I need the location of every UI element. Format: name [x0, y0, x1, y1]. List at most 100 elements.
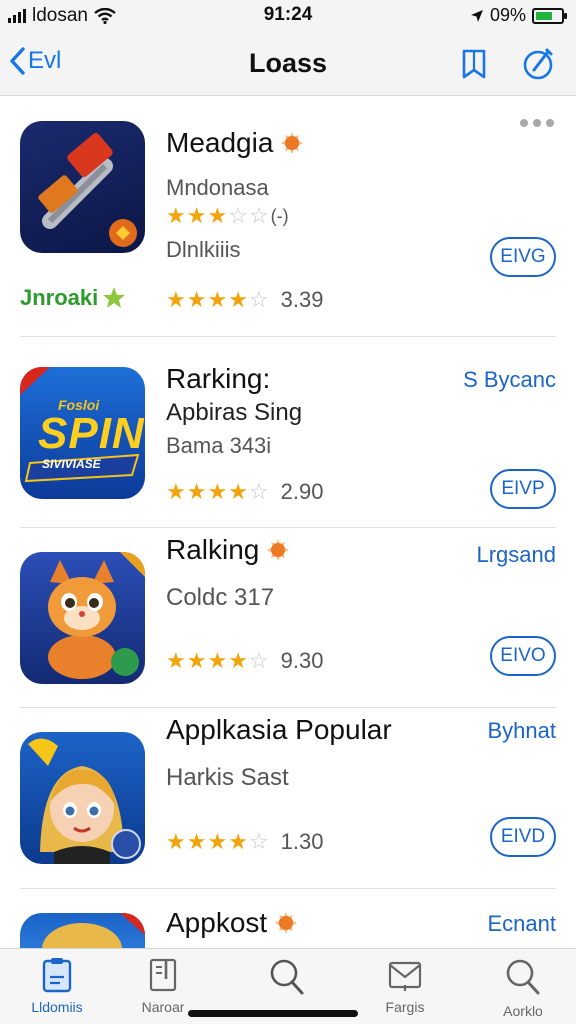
rating-row: ★ ★ ★ ★ ☆ 1.30 — [166, 829, 324, 855]
app-name: Appkost — [166, 907, 298, 939]
app-list: Meadgia Mndonasa ★ ★ ★ ☆ ☆ (-) Dlnlkiiis EIV… — [0, 97, 576, 1024]
app-thumbnail-icon — [42, 913, 145, 949]
hammer-icon — [38, 133, 137, 247]
compose-icon[interactable] — [520, 46, 556, 82]
app-row[interactable]: Ralking Lrgsand Coldc 317 ★ ★ ★ ★ ☆ 9.30 EIV… — [20, 528, 556, 708]
tab-label: Lldomiis — [31, 999, 83, 1015]
rating-suffix: (-) — [270, 205, 289, 226]
tab-label: Aorklo — [503, 1003, 543, 1019]
app-row[interactable]: Applkasia Popular Byhnat Harkis Sast ★ ★ ★… — [20, 708, 556, 889]
star-filled-icon: ★ — [228, 479, 248, 504]
app-name: Meadgia — [166, 127, 304, 159]
app-icon[interactable]: Fosloi SPIN SIVIVIASE — [20, 367, 145, 499]
rating-row: ★ ★ ★ ★ ☆ 3.39 — [166, 287, 324, 313]
app-subtitle: Coldc 317 — [166, 584, 275, 611]
star-empty-icon: ☆ — [248, 203, 269, 228]
search-icon — [270, 959, 304, 995]
app-detail: Bama 343i — [166, 433, 272, 458]
app-row[interactable]: Fosloi SPIN SIVIVIASE Rarking: S Bycanc … — [20, 337, 556, 528]
app-row[interactable]: Meadgia Mndonasa ★ ★ ★ ☆ ☆ (-) Dlnlkiiis EIV… — [20, 97, 556, 337]
app-subtitle: Apbiras Sing — [166, 399, 303, 426]
star-empty-icon: ☆ — [248, 287, 269, 312]
badge-icon — [275, 912, 298, 934]
battery-icon — [532, 7, 567, 24]
star-filled-icon: ★ — [166, 203, 186, 228]
star-filled-icon: ★ — [207, 287, 228, 312]
get-button[interactable]: EIVD — [490, 817, 556, 857]
developer-link[interactable]: Ecnant — [488, 911, 557, 937]
developer-link[interactable]: Lrgsand — [476, 542, 556, 568]
status-right: 09% — [470, 5, 567, 26]
tab-search[interactable] — [232, 957, 342, 1003]
star-filled-icon: ★ — [186, 648, 207, 673]
app-icon[interactable] — [20, 552, 145, 684]
app-name: Ralking — [166, 534, 290, 566]
star-empty-icon: ☆ — [248, 648, 269, 673]
star-empty-icon: ☆ — [248, 829, 269, 854]
document-icon — [149, 958, 177, 992]
rating-value: 1.30 — [280, 829, 324, 854]
star-rating: ★ ★ ★ ★ ☆ — [166, 650, 269, 672]
tab-games[interactable]: Naroar — [108, 957, 218, 1015]
badge-icon — [267, 539, 290, 561]
star-filled-icon: ★ — [166, 287, 186, 312]
badge-icon — [281, 132, 304, 154]
star-filled-icon: ★ — [186, 829, 207, 854]
rating-row: ★ ★ ★ ★ ☆ 2.90 — [166, 479, 324, 505]
small-rating: ★ ★ ★ ☆ ☆ (-) — [166, 205, 289, 227]
star-filled-icon: ★ — [186, 287, 207, 312]
star-rating: ★ ★ ★ ★ ☆ — [166, 481, 269, 503]
star-filled-icon: ★ — [207, 203, 228, 228]
app-subtitle: Harkis Sast — [166, 764, 289, 791]
spin-bottom-text: SIVIVIASE — [42, 457, 101, 471]
cat-character-icon — [48, 552, 145, 679]
search-icon — [506, 959, 540, 995]
star-badge-icon — [103, 287, 126, 308]
get-button[interactable]: EIVO — [490, 636, 556, 676]
clipboard-icon — [42, 958, 72, 993]
app-icon[interactable] — [20, 913, 145, 949]
star-filled-icon: ★ — [228, 829, 248, 854]
star-rating: ★ ★ ★ ★ ☆ — [166, 289, 269, 311]
star-filled-icon: ★ — [207, 648, 228, 673]
app-subtitle: Mndonasa — [166, 175, 269, 200]
rating-value: 3.39 — [280, 287, 324, 312]
star-filled-icon: ★ — [207, 829, 228, 854]
star-filled-icon: ★ — [207, 479, 228, 504]
battery-percent: 09% — [489, 5, 526, 25]
star-rating: ★ ★ ★ ★ ☆ — [166, 831, 269, 853]
status-bar: ldosan 91:24 09% — [0, 0, 576, 32]
home-indicator[interactable] — [188, 1010, 358, 1017]
rating-value: 9.30 — [280, 648, 324, 673]
star-filled-icon: ★ — [166, 648, 186, 673]
app-icon[interactable] — [20, 121, 145, 253]
star-filled-icon: ★ — [228, 648, 248, 673]
book-icon[interactable] — [456, 46, 492, 82]
star-filled-icon: ★ — [228, 287, 248, 312]
inbox-icon — [388, 961, 422, 991]
developer-link[interactable]: S Bycanc — [463, 367, 556, 393]
get-button[interactable]: EIVG — [490, 237, 556, 277]
app-icon[interactable] — [20, 732, 145, 864]
tab-search-2[interactable]: Aorklo — [468, 957, 576, 1019]
tab-label: Fargis — [385, 999, 425, 1015]
star-filled-icon: ★ — [186, 203, 207, 228]
app-name: Rarking: — [166, 363, 271, 394]
star-rating: ★ ★ ★ ☆ ☆ — [166, 205, 269, 227]
star-empty-icon: ☆ — [228, 203, 248, 228]
app-category: Dlnlkiiis — [166, 237, 241, 262]
rating-value: 2.90 — [280, 479, 324, 504]
tab-updates[interactable]: Fargis — [350, 957, 460, 1015]
brand-label: Jnroaki — [20, 285, 126, 311]
star-empty-icon: ☆ — [248, 479, 269, 504]
tab-today[interactable]: Lldomiis — [2, 957, 112, 1015]
get-button[interactable]: EIVP — [490, 469, 556, 509]
developer-link[interactable]: Byhnat — [488, 718, 557, 744]
spin-main-text: SPIN — [38, 409, 145, 458]
star-filled-icon: ★ — [166, 829, 186, 854]
location-arrow-icon — [470, 9, 483, 22]
star-filled-icon: ★ — [186, 479, 207, 504]
app-name: Applkasia Popular — [166, 714, 392, 745]
nav-bar: Evl Loass — [0, 32, 576, 96]
more-options-button[interactable] — [520, 119, 554, 127]
